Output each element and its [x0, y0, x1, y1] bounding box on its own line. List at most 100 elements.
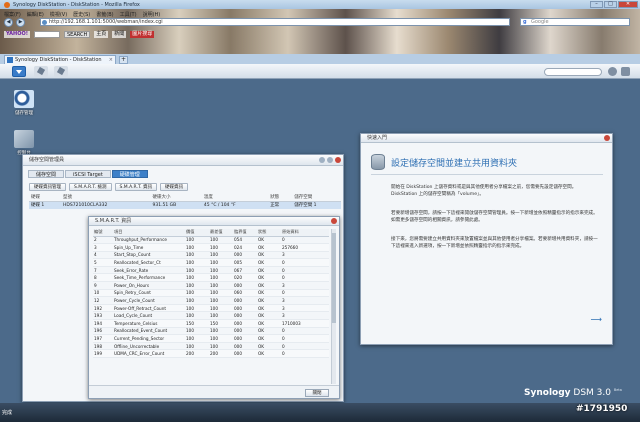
table-row[interactable]: 10 Spin_Retry_Count 100 100 060 OK 0 — [93, 289, 329, 298]
cell-attribute: Load_Cycle_Count — [113, 311, 185, 321]
cell-status: OK — [257, 258, 281, 267]
cell-worst: 100 — [209, 266, 233, 275]
cell-attribute: Seek_Time_Performance — [113, 273, 185, 283]
hdd-info-manage-button[interactable]: 硬碟資訊管理 — [29, 183, 66, 191]
dialog-titlebar[interactable]: S.M.A.R.T. 資訊 — [89, 217, 339, 226]
table-header-row: 硬碟 型號 硬碟大小 溫度 狀態 儲存空間 — [29, 194, 341, 202]
cell-id: 197 — [93, 334, 113, 343]
cell-status: OK — [257, 311, 281, 321]
table-row[interactable]: 12 Power_Cycle_Count 100 100 000 OK 3 — [93, 296, 329, 305]
table-row[interactable]: 192 Power-Off_Retract_Count 100 100 000 OK 3 — [93, 304, 329, 313]
minimize-icon[interactable] — [319, 157, 325, 163]
table-row[interactable]: 3 Spin_Up_Time 100 100 024 OK 257660 — [93, 243, 329, 252]
user-icon[interactable] — [608, 67, 617, 76]
url-bar[interactable]: http://192.168.1.101:5000/webman/index.c… — [40, 18, 510, 26]
minimize-button[interactable]: – — [590, 1, 603, 8]
hdd-info-button[interactable]: 硬碟資訊 — [160, 183, 189, 191]
toolbar-news-button[interactable]: 新聞 — [112, 30, 127, 38]
url-text: http://192.168.1.101:5000/webman/index.c… — [49, 19, 163, 25]
cell-raw: 3 — [281, 304, 329, 313]
table-row[interactable]: 196 Reallocated_Event_Count 100 100 000 OK 0 — [93, 327, 329, 336]
desktop-icon-control-panel[interactable]: 控制台 — [10, 130, 38, 156]
cell-raw: 0 — [281, 342, 329, 351]
table-row[interactable]: 193 Load_Cycle_Count 100 100 000 OK 3 — [93, 311, 329, 321]
table-row[interactable]: 硬碟 1 HDS721010CLA332 931.51 GB 45 °C / 1… — [29, 201, 341, 209]
table-row[interactable]: 5 Reallocated_Sector_Ct 100 100 005 OK 0 — [93, 258, 329, 267]
cell-status: OK — [257, 273, 281, 283]
options-icon[interactable] — [621, 67, 630, 76]
cell-id: 3 — [93, 243, 113, 252]
tab-iscsi-target[interactable]: iSCSI Target — [65, 170, 111, 178]
cell-worst: 100 — [209, 334, 233, 343]
column-header: 狀態 — [257, 229, 281, 237]
browser-search-input[interactable]: g Google — [520, 18, 630, 26]
window-titlebar[interactable]: 儲存空間管理員 — [23, 155, 343, 166]
close-icon[interactable] — [604, 135, 610, 141]
cell-value: 100 — [185, 334, 209, 343]
storage-manager-taskbar-icon[interactable] — [54, 66, 68, 77]
paragraph: 若要新增儲存空間，請按一下這裡來開啟儲存空間管理員。按一下新增並依照精靈指示的指… — [391, 211, 598, 223]
yahoo-search-button[interactable]: SEARCH — [63, 30, 91, 38]
cell-worst: 100 — [209, 311, 233, 321]
tab-hdd-management[interactable]: 硬碟管理 — [111, 170, 148, 178]
divider — [371, 174, 603, 175]
cell-status: OK — [257, 236, 281, 245]
dialog-title: S.M.A.R.T. 資訊 — [95, 218, 132, 224]
tab-diskstation[interactable]: Synology DiskStation - DiskStation × — [4, 55, 116, 64]
cell-status: OK — [257, 327, 281, 336]
table-row[interactable]: 198 Offline_Uncorrectable 100 100 000 OK 0 — [93, 342, 329, 351]
table-row[interactable]: 2 Throughput_Performance 100 100 054 OK 0 — [93, 236, 329, 245]
dsm-search-input[interactable] — [544, 68, 602, 76]
table-row[interactable]: 7 Seek_Error_Rate 100 100 067 OK 0 — [93, 266, 329, 275]
next-arrow-icon[interactable]: ⟶ — [591, 315, 602, 324]
desktop-icon-storage-manager[interactable]: 儲存管理 — [10, 90, 38, 116]
cell-raw: 1710003 — [281, 319, 329, 328]
toolbar-home-button[interactable]: 主頁 — [94, 30, 109, 38]
cell-volume: 儲存空間 1 — [292, 201, 341, 209]
status-text: 完成 — [2, 410, 13, 416]
cell-value: 100 — [185, 258, 209, 267]
cell-threshold: 000 — [233, 251, 257, 260]
synology-favicon-icon — [7, 57, 13, 63]
table-row[interactable]: 197 Current_Pending_Sector 100 100 000 OK 0 — [93, 334, 329, 343]
maximize-button[interactable]: □ — [604, 1, 617, 8]
column-header: 編號 — [93, 229, 113, 237]
dsm-main-menu-button[interactable] — [12, 66, 26, 77]
tab-close-icon[interactable]: × — [109, 56, 113, 64]
table-row[interactable]: 8 Seek_Time_Performance 100 100 020 OK 0 — [93, 273, 329, 283]
cell-attribute: Spin_Retry_Count — [113, 289, 185, 298]
scrollbar[interactable] — [331, 229, 336, 384]
column-header: 原始資料 — [281, 229, 329, 237]
google-icon: g — [523, 19, 527, 25]
table-row[interactable]: 199 UDMA_CRC_Error_Count 200 200 000 OK 0 — [93, 349, 329, 358]
close-window-button[interactable]: ✕ — [618, 1, 638, 8]
smart-info-button[interactable]: S.M.A.R.T. 資訊 — [114, 183, 158, 191]
close-button[interactable]: 關閉 — [305, 389, 329, 397]
control-panel-taskbar-icon[interactable] — [34, 66, 48, 77]
yahoo-search-input[interactable] — [33, 30, 60, 38]
version-text: DSM 3.0 — [573, 388, 611, 398]
close-icon[interactable] — [331, 218, 337, 224]
cell-size: 931.51 GB — [150, 201, 202, 209]
new-tab-button[interactable]: + — [119, 56, 128, 64]
tab-volume[interactable]: 儲存空間 — [28, 170, 65, 178]
toolbar-image-search-button[interactable]: 圖片搜尋 — [130, 30, 155, 38]
cell-worst: 100 — [209, 236, 233, 245]
cell-status: OK — [257, 349, 281, 358]
table-row[interactable]: 9 Power_On_Hours 100 100 000 OK 3 — [93, 281, 329, 290]
smart-test-button[interactable]: S.M.A.R.T. 檢測 — [69, 183, 112, 191]
back-button[interactable]: ◀ — [4, 18, 13, 27]
forward-button[interactable]: ▶ — [16, 18, 25, 27]
cell-status: OK — [257, 304, 281, 313]
yahoo-logo[interactable]: YAHOO! — [4, 30, 30, 38]
window-title: 快速入門 — [367, 135, 388, 141]
cell-threshold: 000 — [233, 296, 257, 305]
table-row[interactable]: 4 Start_Stop_Count 100 100 000 OK 3 — [93, 251, 329, 260]
window-titlebar[interactable]: 快速入門 — [361, 134, 612, 143]
table-row[interactable]: 194 Temperature_Celsius 150 150 000 OK 1710003 — [93, 319, 329, 328]
column-header: 最差值 — [209, 229, 233, 237]
cell-status: OK — [257, 334, 281, 343]
maximize-icon[interactable] — [327, 157, 333, 163]
close-icon[interactable] — [335, 157, 341, 163]
cell-value: 100 — [185, 281, 209, 290]
